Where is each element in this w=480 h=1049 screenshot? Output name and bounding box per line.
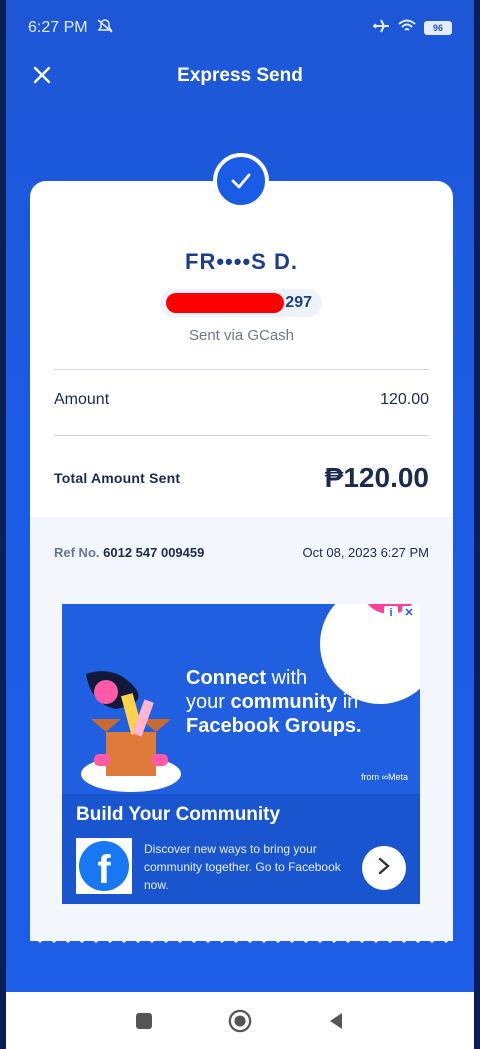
amount-label: Amount	[54, 391, 110, 408]
sent-via-label: Sent via GCash	[188, 327, 295, 344]
divider	[54, 369, 429, 370]
total-row: Total Amount Sent ₱120.00	[54, 462, 429, 494]
total-label: Total Amount Sent	[54, 470, 181, 486]
close-button[interactable]	[28, 62, 56, 90]
account-number: 297	[160, 289, 322, 317]
receipt-torn-edge	[30, 929, 453, 943]
page-title: Express Send	[177, 65, 303, 86]
facebook-logo-icon: f	[76, 838, 132, 894]
meta-brand: from ∞Meta	[361, 772, 408, 782]
transaction-datetime: Oct 08, 2023 6:27 PM	[302, 545, 429, 560]
ad-headline: Connect with your community in Facebook …	[186, 667, 362, 737]
app-screen: 6:27 PM 96 Express Send FR••••S D. 297 S…	[0, 0, 480, 1049]
ad-cta-button[interactable]	[362, 846, 406, 890]
header: Express Send	[6, 56, 474, 96]
amount-row: Amount 120.00	[54, 391, 429, 409]
ad-title: Build Your Community	[76, 804, 281, 825]
airplane-mode-icon	[372, 18, 390, 39]
total-value: ₱120.00	[324, 462, 429, 493]
ad-close-icon[interactable]: ✕	[402, 606, 416, 620]
recipient-name: FR••••S D.	[185, 249, 298, 274]
status-time: 6:27 PM	[28, 19, 88, 36]
success-check-icon	[213, 153, 269, 209]
redaction-mark	[166, 293, 284, 313]
recent-apps-button[interactable]	[132, 1009, 156, 1033]
chevron-right-icon	[378, 857, 390, 875]
square-icon	[136, 1012, 152, 1029]
ad-body: Discover new ways to bring your communit…	[144, 842, 341, 892]
ad-banner[interactable]: i ✕ Connect with your community in Faceb…	[62, 604, 420, 904]
ad-controls: i ✕	[384, 606, 416, 620]
status-bar: 6:27 PM 96	[6, 0, 474, 56]
ad-footer: Build Your Community f Discover new ways…	[62, 794, 420, 904]
home-circle-icon	[228, 1009, 252, 1032]
reference-row: Ref No. 6012 547 009459 Oct 08, 2023 6:2…	[54, 545, 429, 560]
amount-value: 120.00	[380, 391, 429, 408]
reference-section: Ref No. 6012 547 009459 Oct 08, 2023 6:2…	[30, 517, 453, 941]
battery-icon: 96	[424, 21, 452, 35]
do-not-disturb-icon	[96, 18, 114, 39]
receipt-card: FR••••S D. 297 Sent via GCash Amount 120…	[30, 181, 453, 941]
divider	[54, 435, 429, 436]
home-button[interactable]	[228, 1009, 252, 1033]
close-icon	[33, 66, 51, 84]
wifi-icon	[398, 19, 416, 38]
community-illustration-icon	[81, 671, 181, 792]
back-button[interactable]	[324, 1009, 348, 1033]
account-tail: 297	[285, 294, 312, 311]
ref-number[interactable]: 6012 547 009459	[103, 545, 204, 560]
ad-info-icon[interactable]: i	[384, 606, 398, 620]
system-nav-bar	[6, 992, 474, 1049]
back-triangle-icon	[330, 1012, 342, 1029]
ref-label: Ref No.	[54, 545, 100, 560]
